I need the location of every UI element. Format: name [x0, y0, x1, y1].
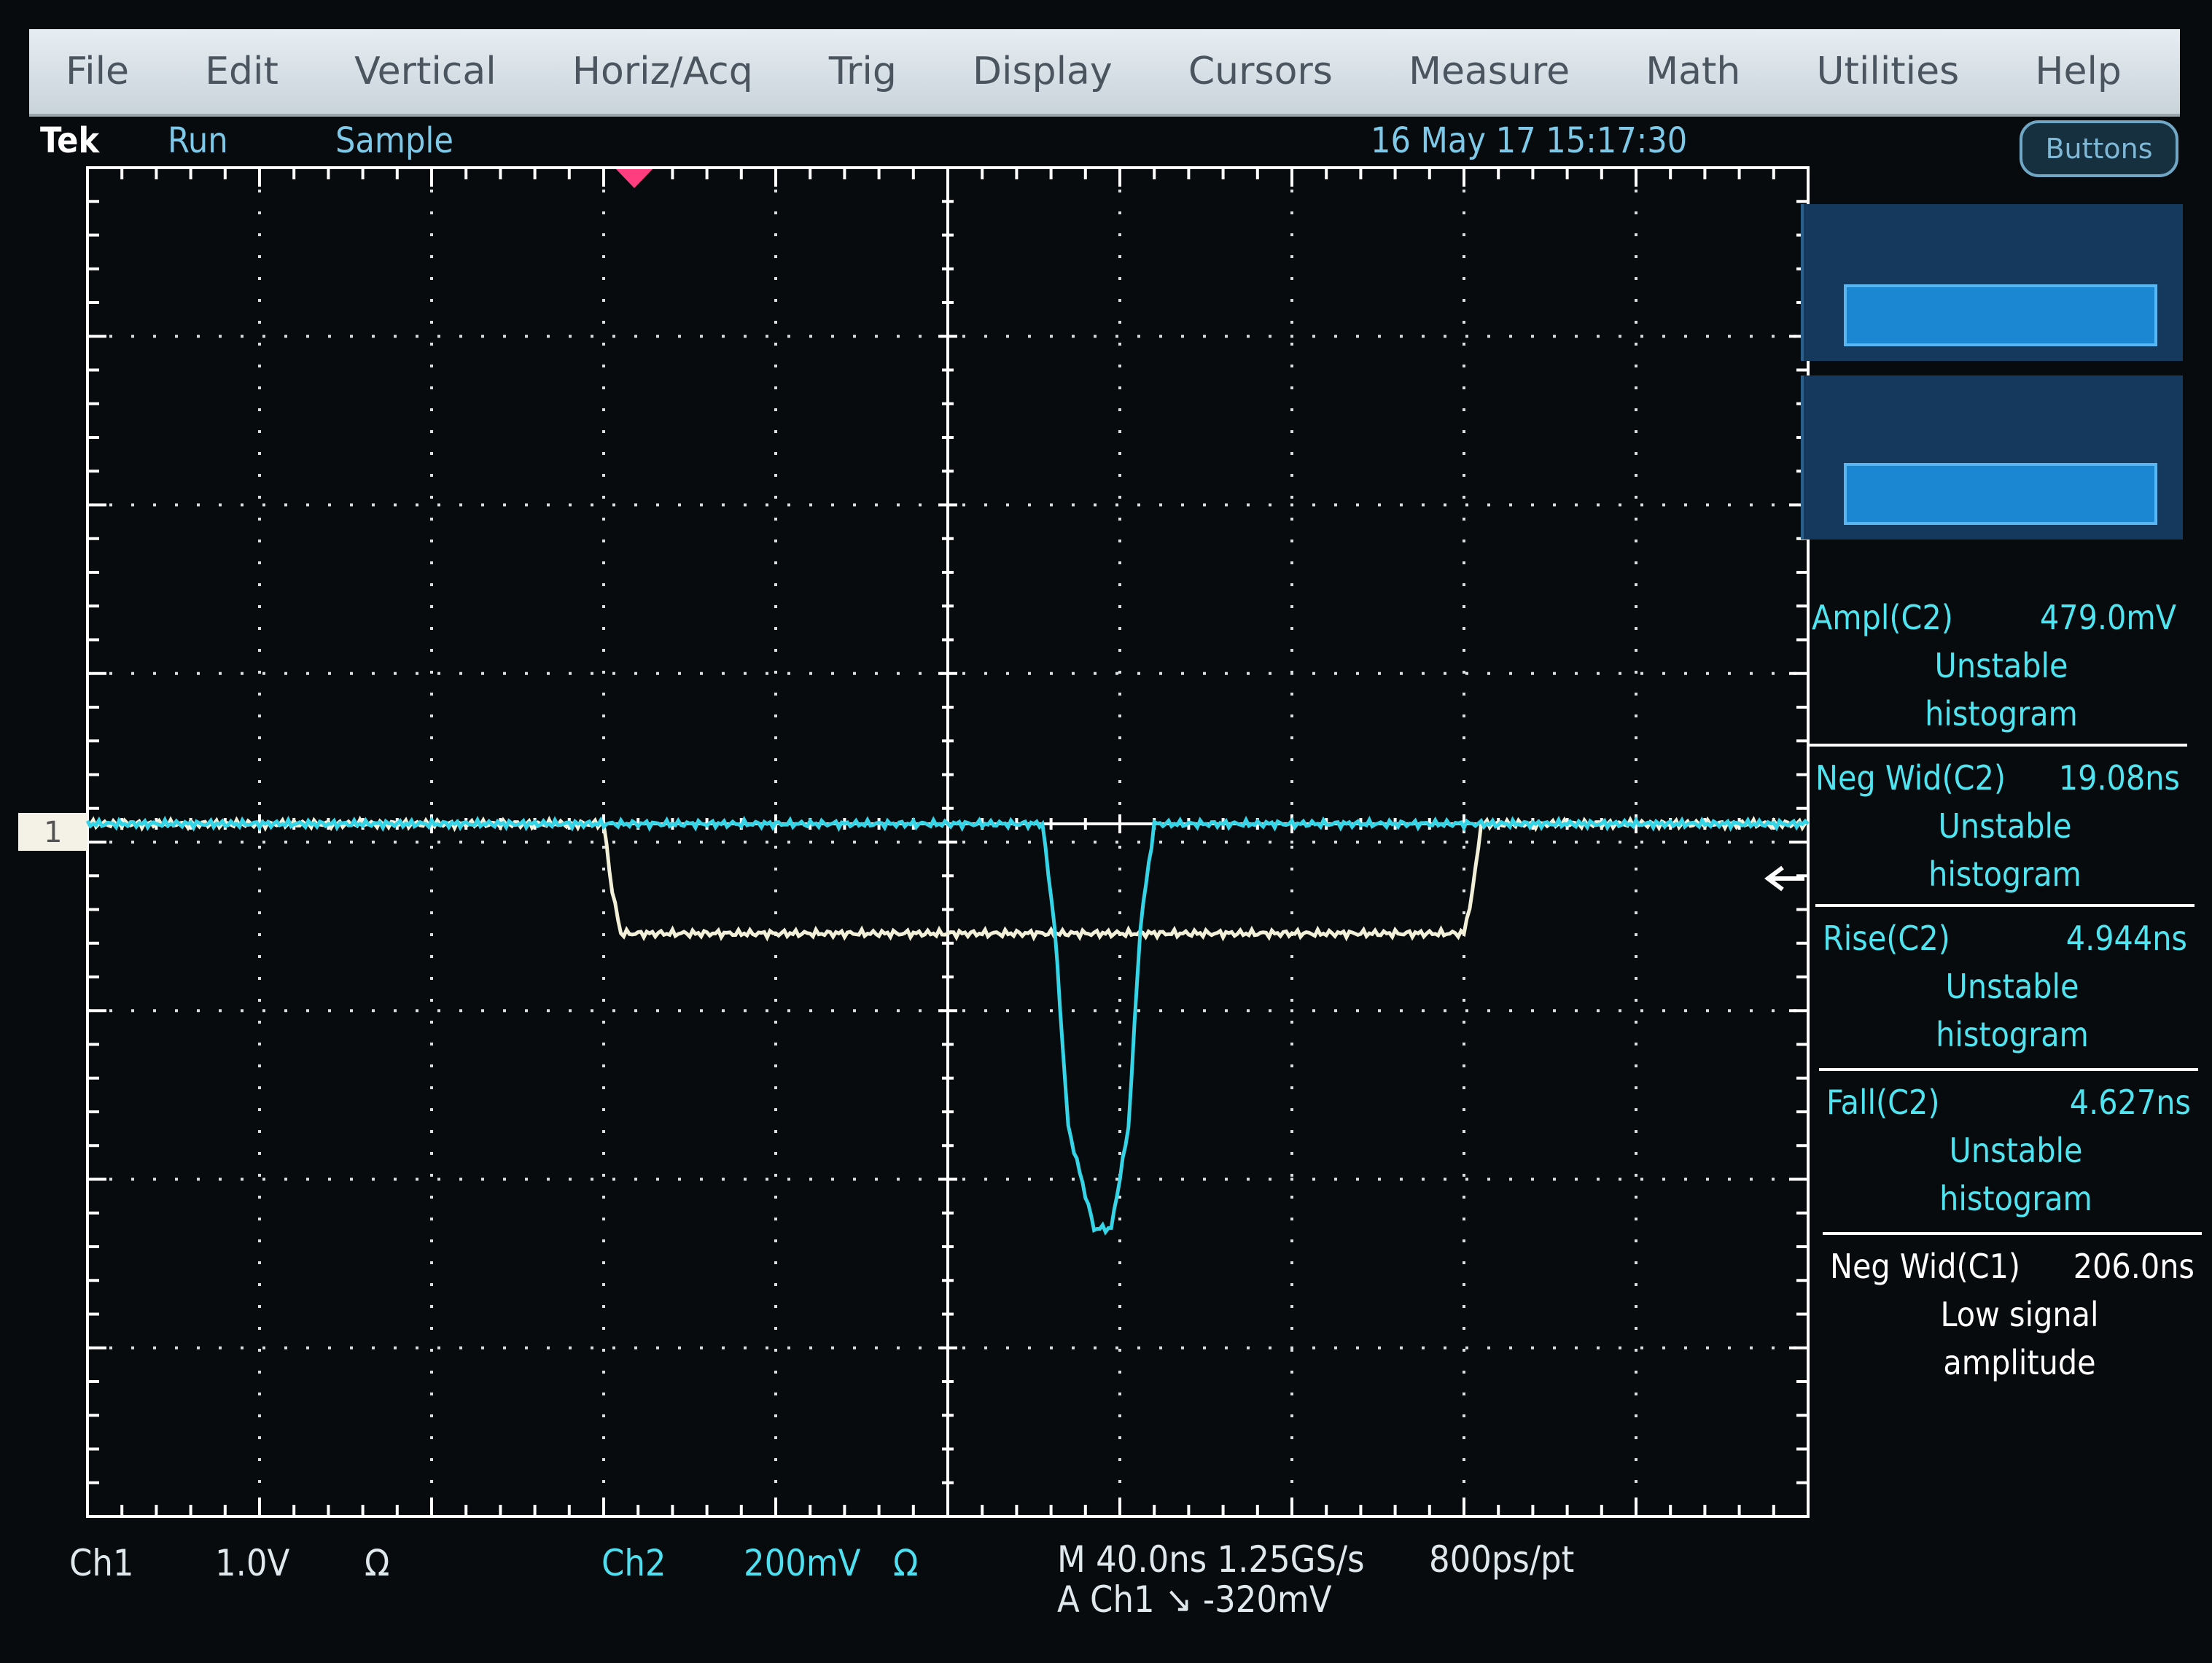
ch1-ground-marker: 1 — [44, 816, 62, 849]
measurement-rise-c2[interactable]: Rise(C2) 4.944ns Unstable histogram — [1815, 919, 2209, 1054]
grid — [86, 166, 1810, 1518]
measurement-label: Ampl(C2) — [1812, 598, 1953, 637]
ch2-label[interactable]: Ch2 — [601, 1542, 666, 1584]
side-menu-box-1[interactable] — [1801, 204, 2183, 361]
measurement-note: amplitude — [1943, 1343, 2096, 1382]
measurement-ampl-c2[interactable]: Ampl(C2) 479.0mV Unstable histogram — [1804, 598, 2198, 733]
ch1-label[interactable]: Ch1 — [69, 1542, 134, 1584]
measurement-status: Unstable — [1938, 806, 2072, 846]
ch2-coupling-icon: Ω — [893, 1542, 919, 1584]
measurement-note: histogram — [1939, 1179, 2092, 1218]
measurement-status: Unstable — [1934, 646, 2068, 685]
measurement-status: Unstable — [1949, 1131, 2083, 1170]
ch1-scale[interactable]: 1.0V — [215, 1542, 289, 1584]
trigger-position-marker[interactable] — [616, 169, 653, 188]
measurement-divider — [1815, 904, 2195, 907]
ch1-coupling-icon: Ω — [365, 1542, 390, 1584]
timebase-readout[interactable]: M 40.0ns 1.25GS/s — [1057, 1538, 1365, 1581]
measurement-note: histogram — [1936, 1015, 2089, 1054]
measurement-label: Rise(C2) — [1823, 919, 1950, 958]
measurement-value: 19.08ns — [2058, 758, 2180, 798]
ch2-scale[interactable]: 200mV — [744, 1542, 860, 1584]
measurement-divider — [1823, 1232, 2202, 1235]
measurement-value: 4.627ns — [2069, 1083, 2191, 1122]
measurement-status: Low signal — [1940, 1295, 2099, 1334]
measurement-status: Unstable — [1945, 967, 2079, 1006]
trigger-readout[interactable]: A Ch1 ↘ -320mV — [1057, 1578, 1332, 1621]
measurement-label: Fall(C2) — [1826, 1083, 1940, 1122]
measurement-value: 479.0mV — [2039, 598, 2176, 637]
measurement-note: histogram — [1925, 694, 2078, 733]
measurement-label: Neg Wid(C2) — [1815, 758, 2006, 798]
measurement-value: 4.944ns — [2065, 919, 2187, 958]
oscilloscope-screen: File Edit Vertical Horiz/Acq Trig Displa… — [0, 0, 2212, 1663]
measurement-negwid-c2[interactable]: Neg Wid(C2) 19.08ns Unstable histogram — [1808, 758, 2202, 894]
measurement-note: histogram — [1928, 854, 2081, 894]
side-menu-bar-2[interactable] — [1844, 463, 2157, 525]
side-menu-bar-1[interactable] — [1844, 284, 2157, 346]
measurement-fall-c2[interactable]: Fall(C2) 4.627ns Unstable histogram — [1819, 1083, 2212, 1218]
measurement-value: 206.0ns — [2073, 1247, 2195, 1286]
measurement-divider — [1819, 1068, 2198, 1071]
measurement-label: Neg Wid(C1) — [1830, 1247, 2021, 1286]
record-resolution: 800ps/pt — [1429, 1538, 1575, 1581]
trigger-level-arrow[interactable] — [1764, 865, 1804, 892]
side-menu-box-2[interactable] — [1801, 375, 2183, 540]
measurement-divider — [1808, 744, 2187, 747]
measurement-negwid-c1[interactable]: Neg Wid(C1) 206.0ns Low signal amplitude — [1823, 1247, 2212, 1382]
